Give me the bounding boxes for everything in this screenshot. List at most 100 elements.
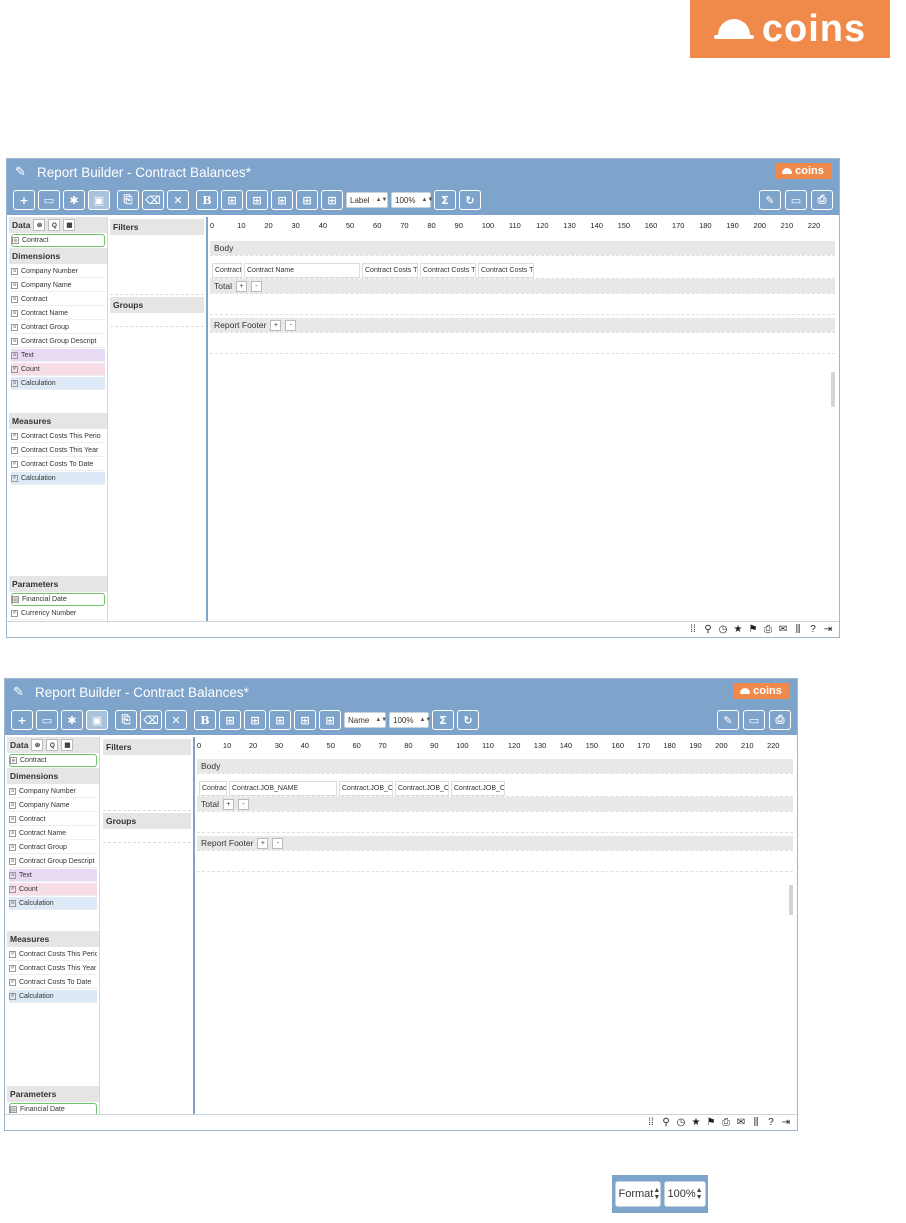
zoom-select[interactable]: 100%▲▼ [389,712,431,728]
apps-grid-icon[interactable]: ⁞⁞ [688,624,698,635]
gear-icon[interactable]: ✱ [63,190,85,210]
close-icon[interactable]: ✕ [165,710,187,730]
history-icon[interactable]: ◷ [676,1117,686,1128]
param-currency-number[interactable]: #Currency Number [11,607,105,620]
help-icon[interactable]: ? [808,624,818,635]
report-cell[interactable]: Contract Name [244,263,360,278]
field-contract-group[interactable]: a Contract Group [11,321,105,334]
logout-icon[interactable]: ⇥ [781,1117,791,1128]
field-contract-name[interactable]: a Contract Name [11,307,105,320]
field-count[interactable]: # Count [9,883,97,896]
edit-icon[interactable]: ✎ [759,190,781,210]
grid-outer-icon[interactable]: ⊞ [246,190,268,210]
field-company-number[interactable]: a Company Number [9,785,97,798]
flag-icon[interactable]: ⚑ [706,1117,716,1128]
report-cell[interactable]: Contract.JOB_NAME [229,781,337,796]
report-cell[interactable]: Contract Costs Th [362,263,418,278]
field-calculation[interactable]: a Calculation [9,897,97,910]
add-total-button[interactable]: + [235,280,247,292]
scrollbar[interactable] [789,885,793,915]
print-icon[interactable]: ⎙ [811,190,833,210]
database-icon[interactable]: ⊜ [33,219,46,231]
report-cell[interactable]: Contract.JOB_CO [451,781,505,796]
help-icon[interactable]: ? [766,1117,776,1128]
mail-icon[interactable]: ✉ [778,624,788,635]
new-icon[interactable]: + [13,190,35,210]
table-icon[interactable]: ▦ [61,739,74,751]
history-icon[interactable]: ◷ [718,624,728,635]
print-icon[interactable]: ⎙ [769,710,791,730]
total-band[interactable] [197,811,793,833]
report-cell[interactable]: Contract.JOB_CO [339,781,393,796]
data-source-contract[interactable]: ⊜ Contract [11,234,105,247]
report-cell[interactable]: Contract Costs Th [420,263,476,278]
star-icon[interactable]: ★ [733,624,743,635]
bold-button[interactable]: B [194,710,216,730]
logout-icon[interactable]: ⇥ [823,624,833,635]
filters-dropzone[interactable] [103,755,191,811]
monitor-icon[interactable]: ▭ [743,710,765,730]
grid-outer-icon[interactable]: ⊞ [244,710,266,730]
groups-dropzone[interactable] [103,829,191,843]
field-company-name[interactable]: a Company Name [11,279,105,292]
add-total-button[interactable]: + [222,798,234,810]
filters-dropzone[interactable] [110,235,204,295]
add-footer-button[interactable]: + [270,319,282,331]
total-band[interactable] [210,293,835,315]
field-text[interactable]: a Text [9,869,97,882]
grid-horizontal-icon[interactable]: ⊞ [296,190,318,210]
sum-icon[interactable]: Σ [434,190,456,210]
name-select[interactable]: Name ▲▼ [344,712,387,728]
param-financial-date[interactable]: ▤ Financial Date [11,593,105,606]
field-text[interactable]: a Text [11,349,105,362]
close-icon[interactable]: ✕ [167,190,189,210]
field-company-name[interactable]: a Company Name [9,799,97,812]
field-company-number[interactable]: a Company Number [11,265,105,278]
measure-calculation[interactable]: # Calculation [11,472,105,485]
save-icon[interactable]: ▣ [88,190,110,210]
report-cell[interactable]: Contract.JOB_CO [395,781,449,796]
label-select[interactable]: Label ▲▼ [346,192,388,208]
printer-icon[interactable]: ⎙ [721,1117,731,1128]
field-contract[interactable]: a Contract [9,813,97,826]
remove-total-button[interactable]: - [237,798,249,810]
body-band[interactable]: Contract Contract.JOB_NAME Contract.JOB_CO… [197,773,793,797]
data-source-contract[interactable]: ⊜ Contract [9,754,97,767]
body-band[interactable]: Contract Contract Name Contract Costs Th Co… [210,255,835,279]
export-icon[interactable]: ⎘ [117,190,139,210]
scrollbar[interactable] [831,372,835,407]
remove-footer-button[interactable]: - [285,319,297,331]
microphone-icon[interactable]: ⚲ [703,624,713,635]
remove-footer-button[interactable]: - [272,837,284,849]
format-select[interactable]: Format ▲ ▼ [614,1181,661,1207]
report-cell[interactable]: Contract [199,781,227,796]
trash-icon[interactable]: ⌫ [142,190,164,210]
monitor-icon[interactable]: ▭ [785,190,807,210]
apps-grid-icon[interactable]: ⁞⁞ [646,1117,656,1128]
report-cell[interactable]: Contract Costs To [478,263,534,278]
edit-icon[interactable]: ✎ [717,710,739,730]
search-icon[interactable]: Q [48,219,61,231]
measure-costs-period[interactable]: # Contract Costs This Perio [11,430,105,443]
grid-inner-icon[interactable]: ⊞ [271,190,293,210]
printer-icon[interactable]: ⎙ [763,624,773,635]
measure-costs-year[interactable]: # Contract Costs This Year [9,962,97,975]
bold-button[interactable]: B [196,190,218,210]
measure-costs-year[interactable]: # Contract Costs This Year [11,444,105,457]
grid-horizontal-icon[interactable]: ⊞ [294,710,316,730]
measure-costs-to-date[interactable]: # Contract Costs To Date [9,976,97,989]
field-count[interactable]: # Count [11,363,105,376]
field-calculation[interactable]: a Calculation [11,377,105,390]
mail-icon[interactable]: ✉ [736,1117,746,1128]
remove-total-button[interactable]: - [250,280,262,292]
measure-calculation[interactable]: # Calculation [9,990,97,1003]
measure-costs-period[interactable]: # Contract Costs This Perio [9,948,97,961]
grid-inner-icon[interactable]: ⊞ [269,710,291,730]
trash-icon[interactable]: ⌫ [140,710,162,730]
search-icon[interactable]: Q [46,739,59,751]
microphone-icon[interactable]: ⚲ [661,1117,671,1128]
footer-band[interactable] [197,850,793,872]
field-contract-name[interactable]: a Contract Name [9,827,97,840]
refresh-icon[interactable]: ↻ [459,190,481,210]
refresh-icon[interactable]: ↻ [457,710,479,730]
